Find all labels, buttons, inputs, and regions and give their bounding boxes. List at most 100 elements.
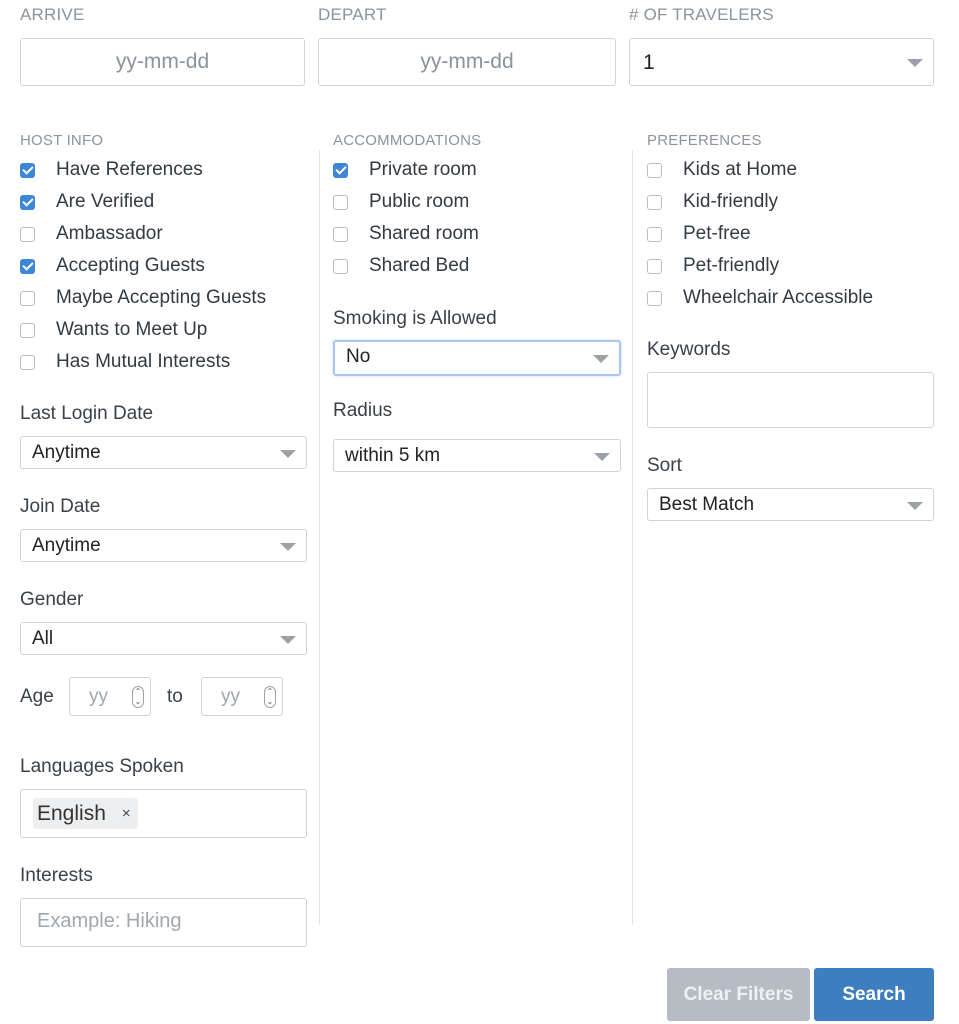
checkbox-label: Kid-friendly [683,191,779,212]
remove-tag-icon[interactable]: × [122,798,131,829]
arrive-date-input[interactable]: yy-mm-dd [20,38,305,86]
travelers-select[interactable]: 1 [629,38,934,86]
chevron-down-icon [593,355,609,363]
age-to-input[interactable]: yy ⌃ ⌄ [201,677,283,716]
host-info-item[interactable]: Ambassador [20,221,163,247]
gender-value: All [32,628,54,649]
age-from-placeholder: yy [89,686,108,707]
sort-value: Best Match [659,494,755,515]
radius-select[interactable]: within 5 km [333,439,621,472]
preference-item[interactable]: Pet-friendly [647,253,779,279]
travelers-label: # OF TRAVELERS [629,5,774,24]
join-date-value: Anytime [32,535,101,556]
host-info-item[interactable]: Wants to Meet Up [20,317,207,343]
checkbox[interactable] [333,258,348,274]
host-info-heading: HOST INFO [20,132,104,149]
age-label: Age [20,686,54,707]
radius-label: Radius [333,400,393,421]
radius-value: within 5 km [345,445,441,466]
checkbox-label: Wheelchair Accessible [683,287,874,308]
age-to-placeholder: yy [221,686,240,707]
accommodation-item[interactable]: Shared room [333,221,479,247]
join-date-select[interactable]: Anytime [20,529,307,562]
chevron-down-icon [907,59,923,67]
checkbox[interactable] [647,194,662,210]
checkbox[interactable] [333,194,348,210]
checkbox[interactable] [647,162,662,178]
depart-date-input[interactable]: yy-mm-dd [318,38,616,86]
smoking-value: No [346,346,371,367]
checkbox[interactable] [20,258,35,274]
accommodations-heading: ACCOMMODATIONS [333,132,482,149]
checkbox-label: Ambassador [56,223,163,244]
travelers-value: 1 [643,51,655,74]
column-divider [319,150,320,925]
preference-item[interactable]: Kids at Home [647,157,797,183]
accommodation-item[interactable]: Shared Bed [333,253,469,279]
checkbox[interactable] [20,354,35,370]
checkbox-label: Maybe Accepting Guests [56,287,267,308]
join-date-label: Join Date [20,496,101,517]
last-login-select[interactable]: Anytime [20,436,307,469]
preference-item[interactable]: Kid-friendly [647,189,778,215]
gender-label: Gender [20,589,84,610]
checkbox[interactable] [20,322,35,338]
gender-select[interactable]: All [20,622,307,655]
checkbox[interactable] [647,258,662,274]
smoking-label: Smoking is Allowed [333,308,497,329]
preferences-heading: PREFERENCES [647,132,762,149]
spinner-icon[interactable]: ⌃ ⌄ [132,686,144,708]
checkbox[interactable] [647,290,662,306]
checkbox[interactable] [20,194,35,210]
languages-label: Languages Spoken [20,756,184,777]
keywords-input[interactable] [647,372,934,428]
last-login-value: Anytime [32,442,101,463]
chevron-down-icon [594,452,610,461]
host-info-item[interactable]: Has Mutual Interests [20,349,230,375]
checkbox-label: Pet-free [683,223,751,244]
checkbox[interactable] [20,162,35,178]
accommodation-item[interactable]: Private room [333,157,477,183]
chevron-down-icon [907,501,923,510]
search-button[interactable]: Search [814,968,934,1021]
keywords-label: Keywords [647,339,731,360]
arrive-label: ARRIVE [20,5,85,24]
spinner-icon[interactable]: ⌃ ⌄ [264,686,276,708]
checkbox-label: Private room [369,159,477,180]
checkbox-label: Are Verified [56,191,155,212]
preference-item[interactable]: Pet-free [647,221,751,247]
interests-label: Interests [20,865,93,886]
checkbox-label: Shared room [369,223,479,244]
age-from-input[interactable]: yy ⌃ ⌄ [69,677,151,716]
chevron-down-icon [280,635,296,644]
checkbox-label: Accepting Guests [56,255,205,276]
checkbox-label: Has Mutual Interests [56,351,231,372]
accommodation-item[interactable]: Public room [333,189,469,215]
host-info-item[interactable]: Have References [20,157,203,183]
preference-item[interactable]: Wheelchair Accessible [647,285,873,311]
interests-placeholder: Example: Hiking [37,910,182,932]
age-to-label: to [167,686,183,707]
host-info-item[interactable]: Maybe Accepting Guests [20,285,266,311]
chevron-down-icon [280,449,296,458]
smoking-select[interactable]: No [333,340,621,376]
depart-label: DEPART [318,5,387,24]
checkbox-label: Kids at Home [683,159,798,180]
language-tag-label: English [37,802,106,825]
host-info-item[interactable]: Are Verified [20,189,154,215]
checkbox[interactable] [333,226,348,242]
checkbox-label: Wants to Meet Up [56,319,208,340]
checkbox[interactable] [20,290,35,306]
checkbox-label: Pet-friendly [683,255,780,276]
checkbox[interactable] [647,226,662,242]
checkbox[interactable] [20,226,35,242]
sort-label: Sort [647,455,682,476]
sort-select[interactable]: Best Match [647,488,934,521]
host-info-item[interactable]: Accepting Guests [20,253,205,279]
checkbox-label: Public room [369,191,470,212]
checkbox-label: Shared Bed [369,255,470,276]
checkbox[interactable] [333,162,348,178]
clear-filters-button[interactable]: Clear Filters [667,968,810,1021]
last-login-label: Last Login Date [20,403,154,424]
chevron-down-icon [280,542,296,551]
